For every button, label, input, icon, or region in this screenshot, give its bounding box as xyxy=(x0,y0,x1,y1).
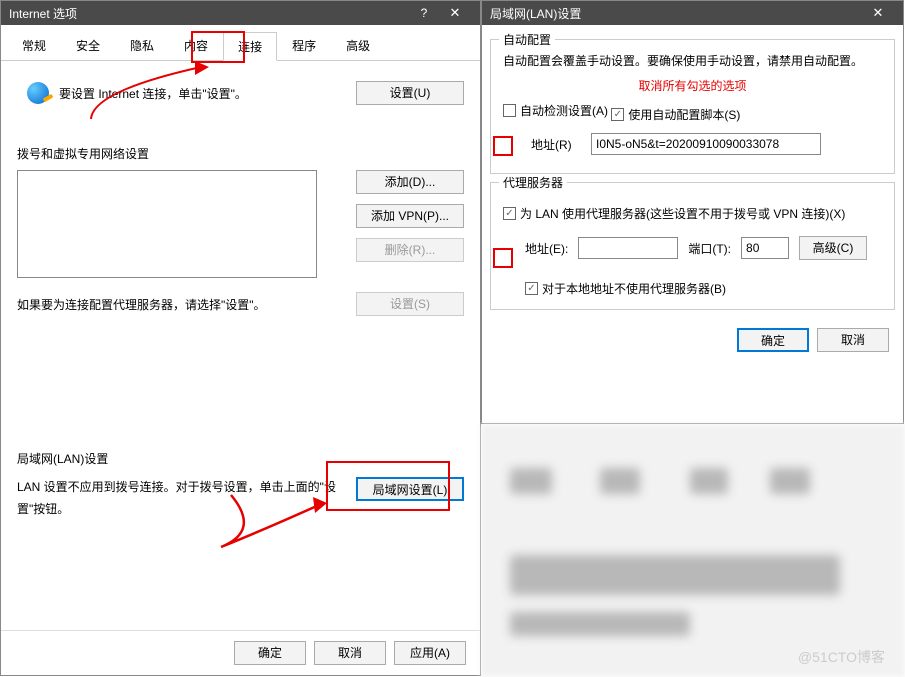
cancel-button[interactable]: 取消 xyxy=(817,328,889,352)
checkbox-highlight-annotation-2 xyxy=(493,248,513,268)
auto-detect-checkbox[interactable]: 自动检测设置(A) xyxy=(503,102,608,119)
titlebar: 局域网(LAN)设置 ✕ xyxy=(482,1,903,25)
settings-button[interactable]: 设置(S) xyxy=(356,292,464,316)
auto-config-group: 自动配置 xyxy=(499,31,555,48)
use-script-checkbox[interactable]: 使用自动配置脚本(S) xyxy=(611,106,740,123)
tab-privacy[interactable]: 隐私 xyxy=(115,31,169,60)
checkbox-highlight-annotation-1 xyxy=(493,136,513,156)
auto-detect-label: 自动检测设置(A) xyxy=(520,102,608,119)
tab-highlight-annotation xyxy=(191,31,245,63)
tab-programs[interactable]: 程序 xyxy=(277,31,331,60)
watermark: @51CTO博客 xyxy=(798,647,885,667)
help-icon[interactable]: ? xyxy=(410,6,438,20)
blur-shape xyxy=(510,612,690,636)
add-vpn-button[interactable]: 添加 VPN(P)... xyxy=(356,204,464,228)
use-proxy-checkbox[interactable]: 为 LAN 使用代理服务器(这些设置不用于拨号或 VPN 连接)(X) xyxy=(503,205,845,222)
dial-heading: 拨号和虚拟专用网络设置 xyxy=(17,145,464,162)
script-address-input[interactable] xyxy=(591,133,821,155)
dialog-title: Internet 选项 xyxy=(9,5,410,22)
proxy-group: 代理服务器 xyxy=(499,174,567,191)
checkbox-box-icon xyxy=(503,104,516,117)
apply-button[interactable]: 应用(A) xyxy=(394,641,466,665)
red-annotation-note: 取消所有勾选的选项 xyxy=(503,77,882,94)
checkbox-box-icon xyxy=(503,207,516,220)
setup-text: 要设置 Internet 连接，单击"设置"。 xyxy=(59,85,346,102)
cancel-button[interactable]: 取消 xyxy=(314,641,386,665)
blur-shape xyxy=(770,468,810,494)
remove-button[interactable]: 删除(R)... xyxy=(356,238,464,262)
ok-button[interactable]: 确定 xyxy=(234,641,306,665)
bypass-local-label: 对于本地地址不使用代理服务器(B) xyxy=(542,280,726,297)
globe-icon xyxy=(27,82,49,104)
checkbox-box-icon xyxy=(611,108,624,121)
proxy-note: 如果要为连接配置代理服务器，请选择"设置"。 xyxy=(17,296,346,313)
tab-security[interactable]: 安全 xyxy=(61,31,115,60)
setup-button[interactable]: 设置(U) xyxy=(356,81,464,105)
blur-shape xyxy=(510,468,552,494)
blur-shape xyxy=(600,468,640,494)
blur-shape xyxy=(510,555,840,595)
use-proxy-label: 为 LAN 使用代理服务器(这些设置不用于拨号或 VPN 连接)(X) xyxy=(520,205,845,222)
use-script-label: 使用自动配置脚本(S) xyxy=(628,106,740,123)
titlebar: Internet 选项 ? ✕ xyxy=(1,1,480,25)
proxy-port-label: 端口(T): xyxy=(688,240,731,257)
bypass-local-checkbox[interactable]: 对于本地地址不使用代理服务器(B) xyxy=(503,280,726,297)
auto-config-note: 自动配置会覆盖手动设置。要确保使用手动设置，请禁用自动配置。 xyxy=(503,52,882,69)
tab-advanced[interactable]: 高级 xyxy=(331,31,385,60)
blur-shape xyxy=(690,468,728,494)
close-icon[interactable]: ✕ xyxy=(438,5,472,21)
connections-listbox[interactable] xyxy=(17,170,317,278)
dialog-title: 局域网(LAN)设置 xyxy=(490,5,861,22)
background-blur xyxy=(481,424,905,677)
proxy-port-input[interactable] xyxy=(741,237,789,259)
proxy-address-input[interactable] xyxy=(578,237,678,259)
lan-button-highlight-annotation xyxy=(326,461,450,511)
advanced-button[interactable]: 高级(C) xyxy=(799,236,867,260)
lan-note: LAN 设置不应用到拨号连接。对于拨号设置，单击上面的"设置"按钮。 xyxy=(17,477,346,520)
tab-general[interactable]: 常规 xyxy=(7,31,61,60)
checkbox-box-icon xyxy=(525,282,538,295)
close-icon[interactable]: ✕ xyxy=(861,5,895,21)
proxy-address-label: 地址(E): xyxy=(525,240,568,257)
lan-settings-dialog: 局域网(LAN)设置 ✕ 自动配置 自动配置会覆盖手动设置。要确保使用手动设置，… xyxy=(481,0,904,424)
script-address-label: 地址(R) xyxy=(531,136,581,153)
ok-button[interactable]: 确定 xyxy=(737,328,809,352)
add-button[interactable]: 添加(D)... xyxy=(356,170,464,194)
internet-options-dialog: Internet 选项 ? ✕ 常规 安全 隐私 内容 连接 程序 高级 要设置… xyxy=(0,0,481,676)
